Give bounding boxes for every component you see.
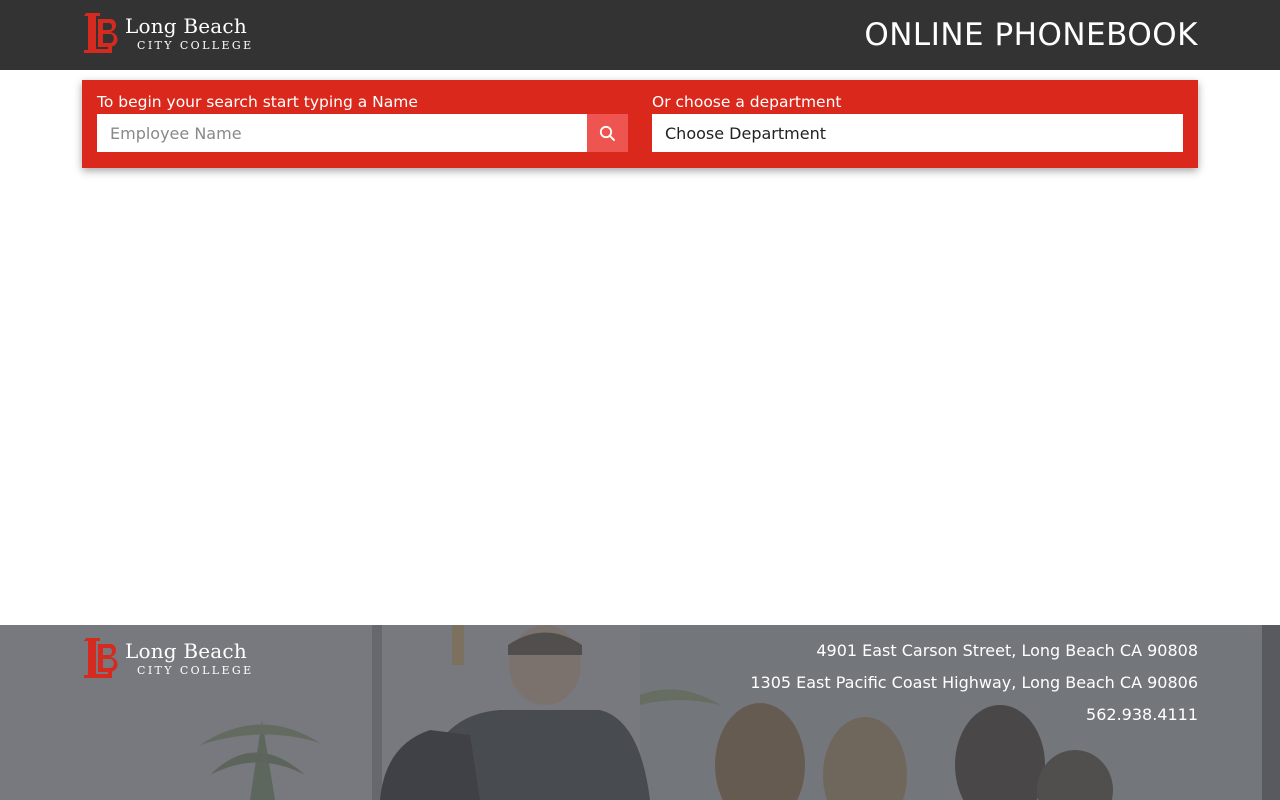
college-logo[interactable]: Long Beach City College: [82, 11, 254, 55]
footer-college-logo[interactable]: Long Beach City College: [82, 636, 254, 680]
footer-logo-name-line1: Long Beach: [125, 638, 247, 663]
name-search-label: To begin your search start typing a Name: [97, 93, 418, 111]
search-button[interactable]: [587, 114, 628, 152]
lb-monogram-icon: [84, 638, 118, 678]
logo-name-line2: City College: [137, 38, 254, 52]
search-icon: [599, 125, 615, 141]
footer-phone[interactable]: 562.938.4111: [1086, 705, 1198, 724]
page-title: ONLINE PHONEBOOK: [864, 17, 1198, 53]
footer-logo-name-line2: City College: [137, 663, 254, 677]
employee-name-input[interactable]: [97, 114, 587, 152]
search-panel: To begin your search start typing a Name…: [82, 80, 1198, 168]
department-label: Or choose a department: [652, 93, 842, 111]
lb-monogram-icon: [84, 13, 118, 53]
site-header: Long Beach City College ONLINE PHONEBOOK: [0, 0, 1280, 70]
footer-address-carson: 4901 East Carson Street, Long Beach CA 9…: [816, 641, 1198, 660]
department-select[interactable]: Choose Department: [652, 114, 1183, 152]
footer-address-pch: 1305 East Pacific Coast Highway, Long Be…: [750, 673, 1198, 692]
site-footer: Long Beach City College 4901 East Carson…: [0, 625, 1280, 800]
logo-name-line1: Long Beach: [125, 13, 247, 38]
